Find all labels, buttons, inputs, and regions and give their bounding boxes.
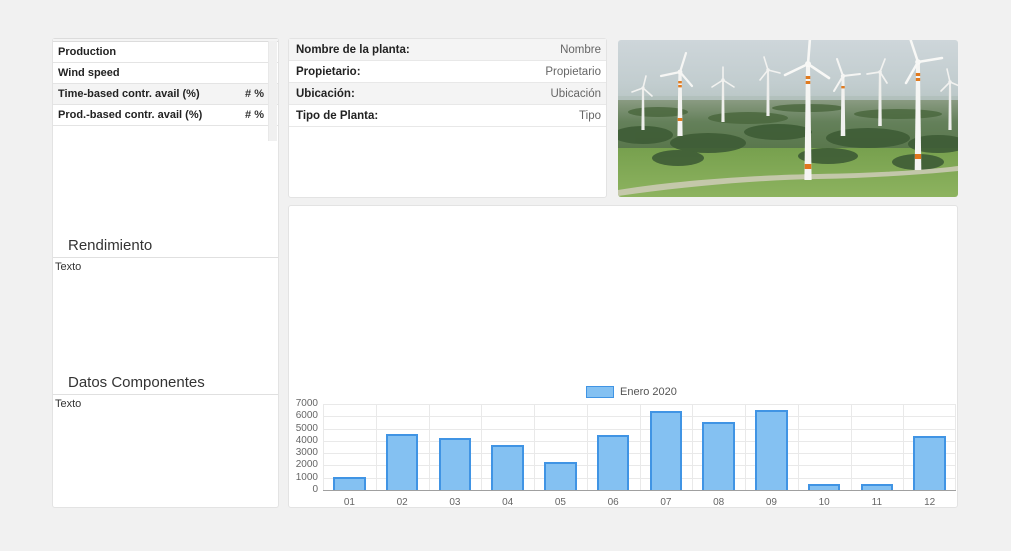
- info-row-tipo: Tipo de Planta: Tipo: [289, 105, 606, 127]
- chart-y-axis: 01000200030004000500060007000: [289, 404, 318, 490]
- bar-07[interactable]: [650, 411, 683, 490]
- bar-12[interactable]: [913, 436, 946, 490]
- metric-label: Prod.-based contr. avail (%): [58, 109, 202, 121]
- info-row-nombre: Nombre de la planta: Nombre: [289, 39, 606, 61]
- bar-03[interactable]: [439, 438, 472, 490]
- plant-info-panel: Nombre de la planta: Nombre Propietario:…: [288, 38, 607, 198]
- bar-09[interactable]: [755, 410, 788, 490]
- chart-plot-area: [323, 404, 956, 491]
- bar-04[interactable]: [491, 445, 524, 490]
- y-axis-tick-label: 5000: [289, 424, 318, 434]
- bar-05[interactable]: [544, 462, 577, 490]
- legend-series-label: Enero 2020: [620, 386, 677, 398]
- metric-value: # %: [245, 88, 264, 100]
- metric-label: Time-based contr. avail (%): [58, 88, 200, 100]
- metric-label: Wind speed: [58, 67, 120, 79]
- x-axis-tick-label: 07: [640, 497, 693, 509]
- metrics-panel: Production Wind speed Time-based contr. …: [52, 38, 279, 508]
- wind-farm-photo: [618, 40, 958, 197]
- metric-row-prod-based-avail[interactable]: Prod.-based contr. avail (%) # %: [53, 105, 278, 126]
- metric-label: Production: [58, 46, 116, 58]
- x-axis-tick-label: 02: [376, 497, 429, 509]
- section-heading-datos-componentes: Datos Componentes: [53, 372, 278, 395]
- legend-swatch-icon: [586, 386, 614, 398]
- x-axis-tick-label: 10: [798, 497, 851, 509]
- dashboard-root: { "left_panel": { "metrics": [ {"label":…: [0, 0, 1011, 551]
- v-gridline: [903, 404, 904, 490]
- info-label: Tipo de Planta:: [296, 110, 378, 122]
- chart-x-axis: 010203040506070809101112: [323, 497, 956, 509]
- x-axis-tick-label: 11: [851, 497, 904, 509]
- x-axis-tick-label: 09: [745, 497, 798, 509]
- bar-06[interactable]: [597, 435, 630, 490]
- info-label: Propietario:: [296, 66, 361, 78]
- table-scrollbar[interactable]: [268, 41, 277, 141]
- info-value: Tipo: [579, 110, 601, 122]
- wind-farm-illustration: [618, 40, 958, 197]
- y-axis-tick-label: 6000: [289, 411, 318, 421]
- info-label: Ubicación:: [296, 88, 355, 100]
- x-axis-tick-label: 08: [692, 497, 745, 509]
- v-gridline: [323, 404, 324, 490]
- v-gridline: [851, 404, 852, 490]
- x-axis-tick-label: 05: [534, 497, 587, 509]
- info-value: Ubicación: [551, 88, 602, 100]
- metric-value: # %: [245, 109, 264, 121]
- x-axis-tick-label: 06: [587, 497, 640, 509]
- y-axis-tick-label: 3000: [289, 448, 318, 458]
- x-axis-tick-label: 12: [903, 497, 956, 509]
- v-gridline: [534, 404, 535, 490]
- metric-row-production[interactable]: Production: [53, 42, 278, 63]
- info-label: Nombre de la planta:: [296, 44, 410, 56]
- y-axis-tick-label: 4000: [289, 436, 318, 446]
- section-heading-rendimiento: Rendimiento: [53, 235, 278, 258]
- v-gridline: [955, 404, 956, 490]
- section-body-rendimiento: Texto: [53, 261, 278, 273]
- v-gridline: [798, 404, 799, 490]
- x-axis-tick-label: 01: [323, 497, 376, 509]
- y-axis-tick-label: 2000: [289, 460, 318, 470]
- x-axis-tick-label: 04: [481, 497, 534, 509]
- v-gridline: [376, 404, 377, 490]
- y-axis-tick-label: 7000: [289, 399, 318, 409]
- metric-row-time-based-avail[interactable]: Time-based contr. avail (%) # %: [53, 84, 278, 105]
- info-value: Propietario: [545, 66, 601, 78]
- v-gridline: [587, 404, 588, 490]
- section-body-datos-componentes: Texto: [53, 398, 278, 410]
- metric-row-wind-speed[interactable]: Wind speed: [53, 63, 278, 84]
- v-gridline: [429, 404, 430, 490]
- v-gridline: [640, 404, 641, 490]
- v-gridline: [745, 404, 746, 490]
- y-axis-tick-label: 1000: [289, 473, 318, 483]
- monthly-production-chart-panel: Enero 2020 0 1000 2000 3000 4000 5000 6000 7000…: [288, 205, 958, 508]
- info-row-propietario: Propietario: Propietario: [289, 61, 606, 83]
- bar-08[interactable]: [702, 422, 735, 490]
- chart-legend[interactable]: Enero 2020: [586, 386, 677, 398]
- x-axis-tick-label: 03: [429, 497, 482, 509]
- bar-01[interactable]: [333, 477, 366, 491]
- bar-10[interactable]: [808, 484, 841, 490]
- v-gridline: [692, 404, 693, 490]
- v-gridline: [481, 404, 482, 490]
- bar-02[interactable]: [386, 434, 419, 490]
- bar-11[interactable]: [861, 484, 894, 490]
- y-axis-tick-label: 0: [289, 485, 318, 495]
- info-row-ubicacion: Ubicación: Ubicación: [289, 83, 606, 105]
- info-value: Nombre: [560, 44, 601, 56]
